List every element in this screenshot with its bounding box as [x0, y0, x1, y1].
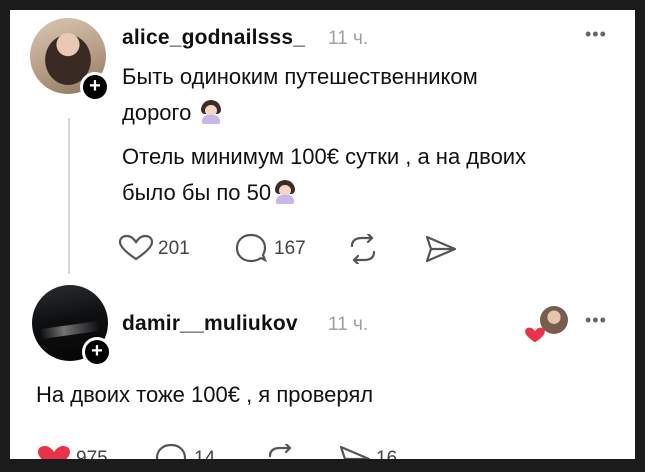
- post-text-line: Быть одиноким путешественником: [122, 64, 478, 89]
- follow-plus-icon[interactable]: +: [80, 72, 110, 102]
- comment-bubble-icon[interactable]: [234, 232, 268, 264]
- username[interactable]: damir__muliukov: [122, 312, 298, 336]
- post-text-line: Отель минимум 100€ сутки , а на двоих: [122, 144, 527, 169]
- woman-shrugging-emoji-icon: [273, 180, 297, 204]
- share-send-icon[interactable]: [424, 234, 458, 264]
- post-text-line-wrap: дорого: [122, 100, 223, 126]
- screen-border-bottom: [0, 459, 645, 472]
- username[interactable]: alice_godnailsss_: [122, 26, 305, 50]
- liked-by-author-heart-icon: [525, 327, 545, 343]
- post-text-line: было бы по 50: [122, 180, 272, 205]
- timestamp: 11 ч.: [328, 314, 369, 335]
- more-options-icon[interactable]: •••: [585, 310, 607, 331]
- comment-count: 167: [274, 238, 306, 259]
- comment-text: На двоих тоже 100€ , я проверял: [36, 382, 374, 407]
- repost-icon[interactable]: [346, 234, 380, 264]
- like-count: 201: [158, 238, 190, 259]
- timestamp: 11 ч.: [328, 28, 369, 49]
- post-text-line-wrap: было бы по 50: [122, 180, 297, 206]
- woman-shrugging-emoji-icon: [199, 100, 223, 124]
- like-heart-icon[interactable]: [118, 234, 154, 262]
- follow-plus-icon[interactable]: +: [82, 337, 112, 367]
- more-options-icon[interactable]: •••: [585, 24, 607, 45]
- thread-connector-line: [68, 118, 70, 274]
- post-text-line: дорого: [122, 100, 192, 125]
- threads-feed: + alice_godnailsss_ 11 ч. ••• Быть одино…: [10, 10, 635, 472]
